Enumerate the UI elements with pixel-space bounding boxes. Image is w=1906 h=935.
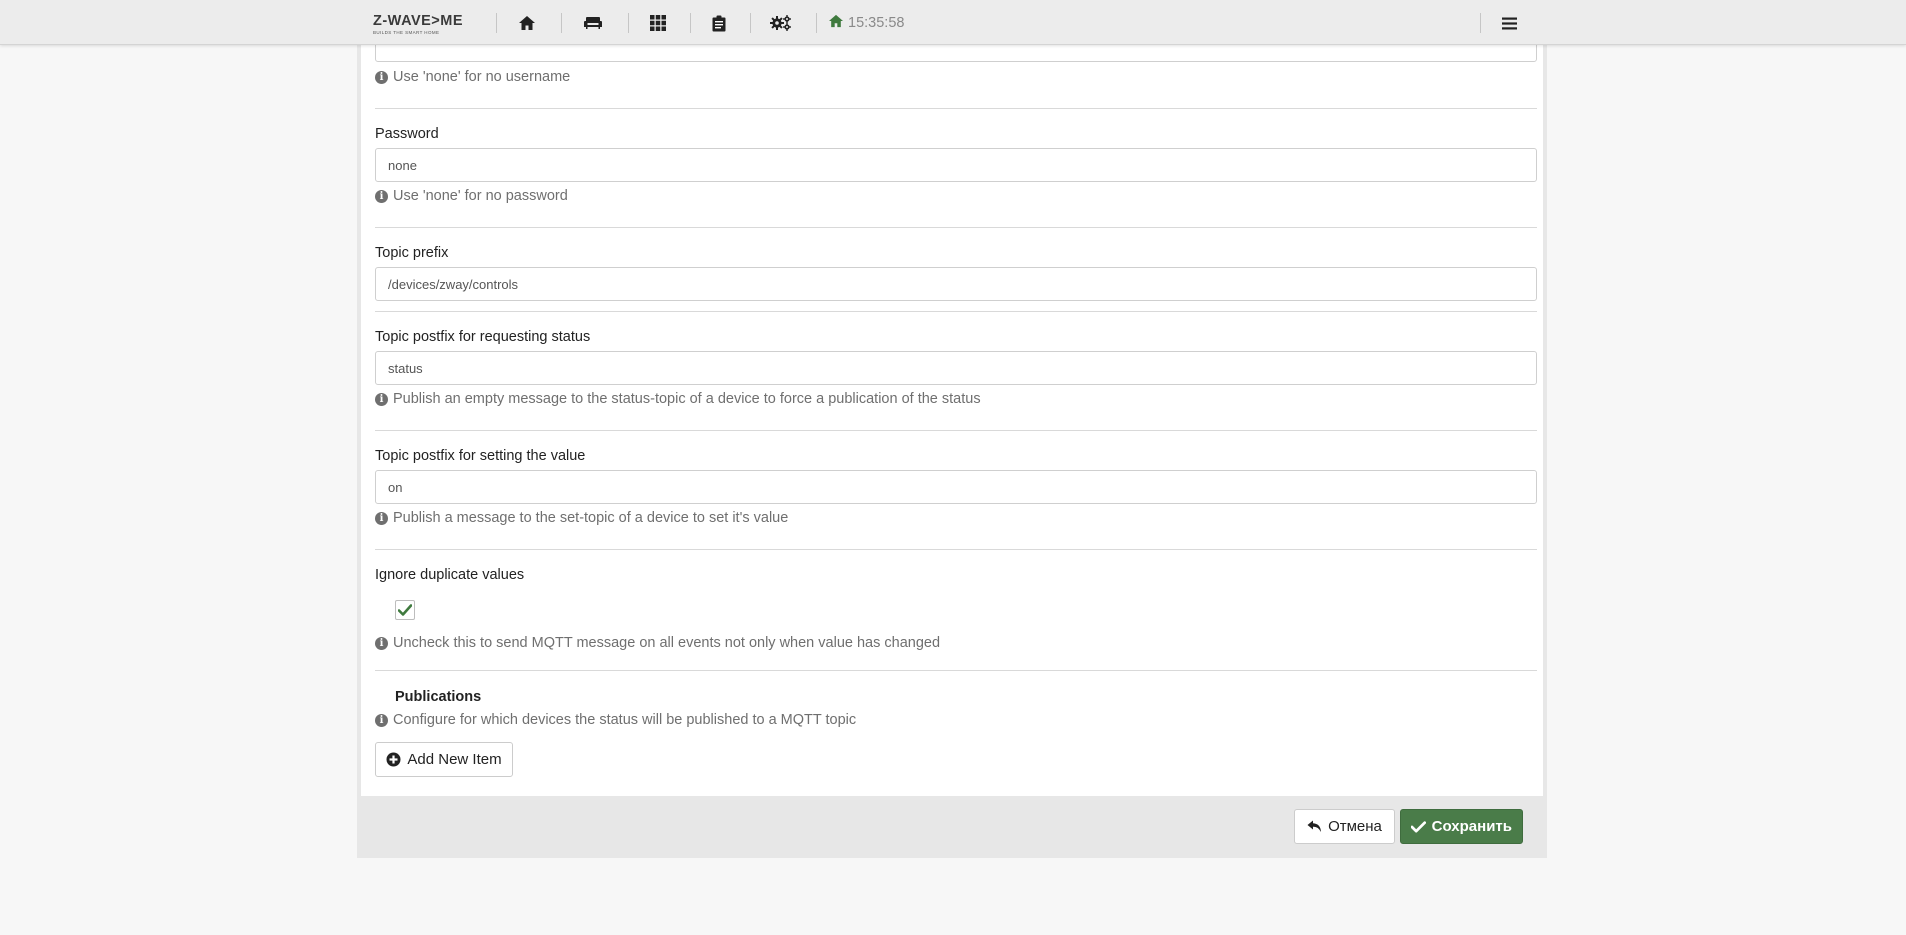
nav-separator — [561, 13, 562, 33]
status-postfix-help: i Publish an empty message to the status… — [375, 391, 981, 407]
logo-tagline: BUILDS THE SMART HOME — [373, 30, 440, 35]
module-settings-card: none i Use 'none' for no username Passwo… — [357, 28, 1547, 858]
cancel-button[interactable]: Отмена — [1294, 809, 1395, 844]
zwave-logo[interactable]: Z-WAVE>ME BUILDS THE SMART HOME — [373, 13, 473, 35]
info-icon: i — [375, 189, 388, 203]
add-new-item-button[interactable]: Add New Item — [375, 742, 513, 777]
info-icon: i — [375, 636, 388, 650]
divider — [375, 227, 1537, 228]
plus-circle-icon — [386, 752, 401, 767]
nav-separator — [816, 13, 817, 33]
undo-icon — [1307, 820, 1322, 832]
ignore-duplicates-checkbox[interactable] — [395, 600, 415, 620]
nav-separator — [496, 13, 497, 33]
divider — [375, 430, 1537, 431]
topic-prefix-input[interactable]: /devices/zway/controls — [375, 267, 1537, 301]
username-help: i Use 'none' for no username — [375, 69, 570, 85]
ignore-duplicates-label: Ignore duplicate values — [375, 567, 525, 583]
clock: 15:35:58 — [828, 13, 904, 33]
status-postfix-input[interactable]: status — [375, 351, 1537, 385]
save-button[interactable]: Сохранить — [1400, 809, 1523, 844]
nav-separator — [628, 13, 629, 33]
module-settings-form: none i Use 'none' for no username Passwo… — [361, 28, 1543, 796]
set-postfix-help: i Publish a message to the set-topic of … — [375, 510, 788, 526]
menu-icon[interactable] — [1498, 13, 1520, 33]
set-postfix-input[interactable]: on — [375, 470, 1537, 504]
check-icon — [1411, 820, 1426, 833]
home-icon[interactable] — [516, 13, 538, 33]
divider — [375, 311, 1537, 312]
clock-time: 15:35:58 — [848, 15, 905, 31]
ignore-duplicates-help: i Uncheck this to send MQTT message on a… — [375, 635, 940, 651]
home-status-icon — [828, 14, 844, 32]
password-label: Password — [375, 126, 439, 142]
publications-help: i Configure for which devices the status… — [375, 712, 856, 728]
info-icon: i — [375, 70, 388, 84]
nav-separator — [750, 13, 751, 33]
divider — [375, 549, 1537, 550]
divider — [375, 670, 1537, 671]
sofa-icon[interactable] — [582, 13, 604, 33]
logo-text: Z-WAVE>ME — [373, 13, 464, 29]
password-help: i Use 'none' for no password — [375, 188, 568, 204]
topic-prefix-label: Topic prefix — [375, 245, 449, 261]
clipboard-icon[interactable] — [708, 13, 730, 33]
divider — [375, 108, 1537, 109]
info-icon: i — [375, 392, 388, 406]
top-navbar: Z-WAVE>ME BUILDS THE SMART HOME 15:35:58 — [0, 0, 1906, 45]
nav-separator — [690, 13, 691, 33]
grid-icon[interactable] — [647, 13, 669, 33]
info-icon: i — [375, 713, 388, 727]
publications-title: Publications — [395, 689, 482, 705]
nav-separator — [1480, 13, 1481, 33]
checkmark-icon — [398, 604, 412, 616]
status-postfix-label: Topic postfix for requesting status — [375, 329, 591, 345]
password-input[interactable]: none — [375, 148, 1537, 182]
gears-icon[interactable] — [770, 13, 792, 33]
info-icon: i — [375, 511, 388, 525]
set-postfix-label: Topic postfix for setting the value — [375, 448, 586, 464]
